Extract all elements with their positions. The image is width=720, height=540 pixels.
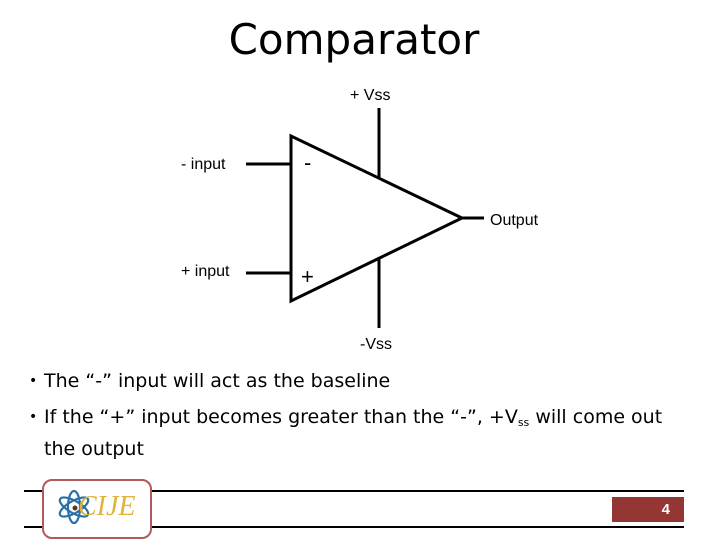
bullet-dot: • — [29, 409, 38, 425]
comparator-diagram: + Vss -Vss - input + input Output - + — [181, 87, 539, 353]
bullet-text-before: If the “+” input becomes greater than th… — [44, 406, 518, 428]
page-number-badge: 4 — [612, 497, 684, 522]
bullet-item: • If the “+” input becomes greater than … — [28, 404, 698, 462]
minus-vss-label: -Vss — [360, 336, 392, 353]
plus-terminal-sign: + — [301, 264, 314, 289]
bullet-item: • The “-” input will act as the baseline — [28, 368, 698, 394]
bullet-subscript: ss — [517, 416, 530, 429]
minus-terminal-sign: - — [304, 150, 311, 175]
op-amp-triangle — [289, 133, 466, 304]
bullet-list: • The “-” input will act as the baseline… — [28, 368, 698, 472]
minus-input-label: - input — [181, 156, 226, 173]
logo-text: CIJE — [78, 491, 136, 522]
output-label: Output — [490, 212, 539, 229]
bullet-dot: • — [29, 373, 38, 389]
bullet-text: The “-” input will act as the baseline — [44, 370, 391, 392]
cije-logo: CIJE — [42, 479, 152, 539]
plus-vss-label: + Vss — [350, 87, 390, 104]
plus-input-label: + input — [181, 263, 230, 280]
